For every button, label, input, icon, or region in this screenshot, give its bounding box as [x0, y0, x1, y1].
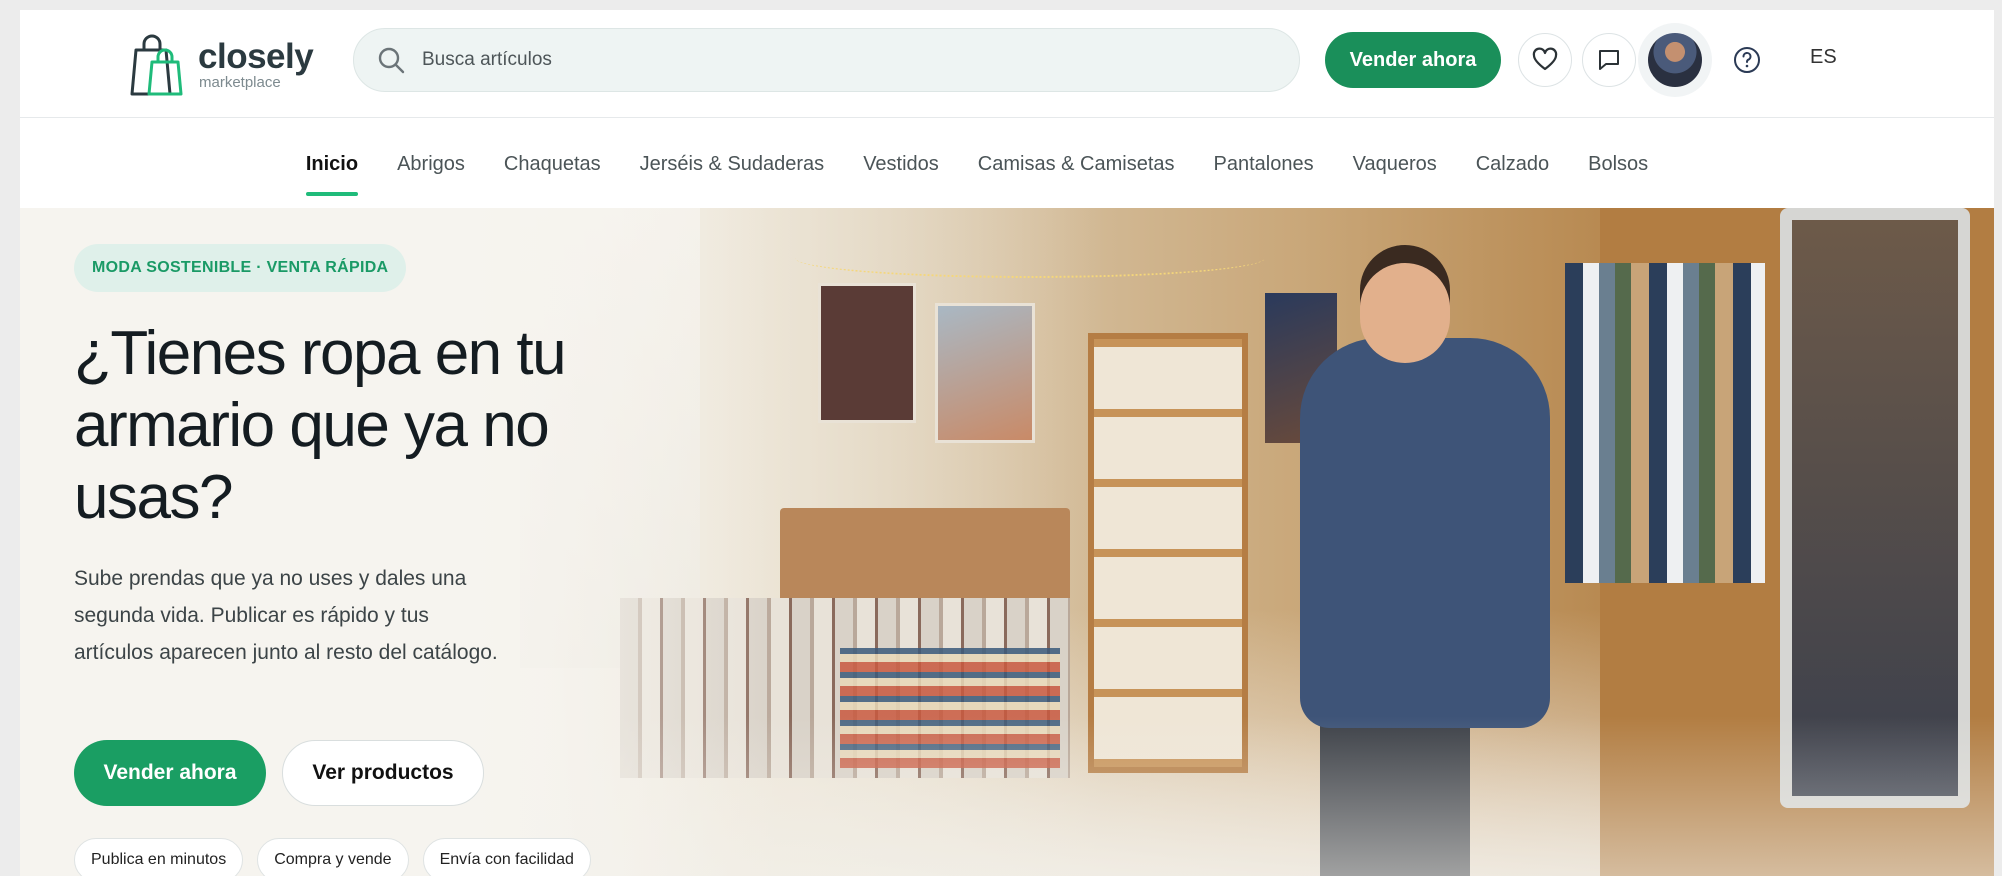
messages-button[interactable] [1582, 33, 1636, 87]
sell-now-button[interactable]: Vender ahora [1325, 32, 1501, 88]
language-selector[interactable]: ES [1810, 46, 1837, 69]
chat-icon [1599, 50, 1619, 70]
hero-badge: MODA SOSTENIBLE · VENTA RÁPIDA [74, 244, 407, 292]
avatar[interactable] [1648, 33, 1702, 87]
hero-sell-now-button[interactable]: Vender ahora [74, 740, 266, 806]
feature-chip: Compra y vende [257, 838, 409, 876]
hero-section: MODA SOSTENIBLE · VENTA RÁPIDA ¿Tienes r… [20, 208, 1994, 876]
brand-tagline: marketplace [199, 73, 281, 91]
help-icon[interactable] [1732, 45, 1762, 75]
feature-chip: Publica en minutos [74, 838, 244, 876]
nav-item-chaquetas[interactable]: Chaquetas [504, 118, 601, 208]
category-nav: Inicio Abrigos Chaquetas Jerséis & Sudad… [20, 118, 1994, 208]
nav-item-bolsos[interactable]: Bolsos [1588, 118, 1648, 208]
logo[interactable]: closely marketplace [122, 28, 332, 100]
nav-item-inicio[interactable]: Inicio [305, 118, 359, 208]
hero-scene-poster [818, 283, 916, 423]
hero-title: ¿Tienes ropa en tu armario que ya no usa… [74, 319, 567, 532]
nav-item-camisas[interactable]: Camisas & Camisetas [978, 118, 1175, 208]
search-icon [378, 47, 405, 74]
site-header: closely marketplace Vender ahora [20, 10, 1994, 118]
feature-chip: Envía con facilidad [422, 838, 591, 876]
nav-item-jerseis[interactable]: Jerséis & Sudaderas [640, 118, 825, 208]
nav-item-pantalones[interactable]: Pantalones [1214, 118, 1314, 208]
hero-scene-person [1300, 338, 1550, 728]
search-input[interactable] [422, 49, 1242, 71]
brand-name: closely [198, 36, 314, 76]
feature-chips: Publica en minutos Compra y vende Envía … [74, 838, 591, 876]
page-frame: closely marketplace Vender ahora [20, 10, 1994, 876]
hero-scene-poster [935, 303, 1035, 443]
hero-scene-hanging-clothes [1565, 263, 1765, 583]
search-bar[interactable] [353, 28, 1300, 92]
hero-scene-string-lights [795, 238, 1265, 278]
nav-item-abrigos[interactable]: Abrigos [397, 118, 465, 208]
favorites-button[interactable] [1518, 33, 1572, 87]
nav-item-calzado[interactable]: Calzado [1476, 118, 1549, 208]
hero-scene-bookshelf [1088, 333, 1248, 773]
hero-description: Sube prendas que ya no uses y dales una … [74, 567, 498, 664]
nav-item-vaqueros[interactable]: Vaqueros [1353, 118, 1437, 208]
shopping-bags-logo-icon [130, 34, 183, 96]
heart-icon [1532, 47, 1558, 71]
hero-scene-person [1360, 263, 1450, 363]
nav-item-vestidos[interactable]: Vestidos [863, 118, 939, 208]
view-products-button[interactable]: Ver productos [282, 740, 484, 806]
